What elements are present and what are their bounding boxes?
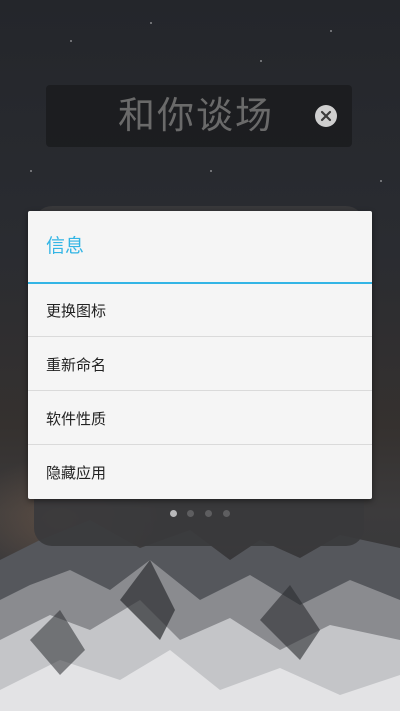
page-dot — [223, 510, 230, 517]
page-dot — [170, 510, 177, 517]
page-dot — [187, 510, 194, 517]
folder-title[interactable]: 和你谈场 — [46, 85, 312, 147]
menu-item-change-icon[interactable]: 更换图标 — [28, 284, 372, 337]
dialog-header: 信息 — [28, 211, 372, 284]
divider — [28, 336, 372, 337]
context-menu-dialog: 信息 更换图标 重新命名 软件性质 隐藏应用 — [28, 211, 372, 499]
close-circle-icon[interactable] — [315, 105, 337, 127]
dialog-title: 信息 — [46, 235, 85, 257]
page-indicator — [0, 510, 400, 520]
page-dot — [205, 510, 212, 517]
folder-title-bar[interactable]: 和你谈场 — [46, 85, 352, 147]
menu-item-label: 重新命名 — [46, 356, 107, 374]
menu-item-hide-app[interactable]: 隐藏应用 — [28, 446, 372, 499]
menu-item-label: 更换图标 — [46, 302, 107, 320]
menu-item-rename[interactable]: 重新命名 — [28, 338, 372, 391]
menu-item-app-properties[interactable]: 软件性质 — [28, 392, 372, 445]
menu-item-label: 隐藏应用 — [46, 464, 107, 482]
divider — [28, 444, 372, 445]
divider — [28, 390, 372, 391]
menu-item-label: 软件性质 — [46, 410, 107, 428]
